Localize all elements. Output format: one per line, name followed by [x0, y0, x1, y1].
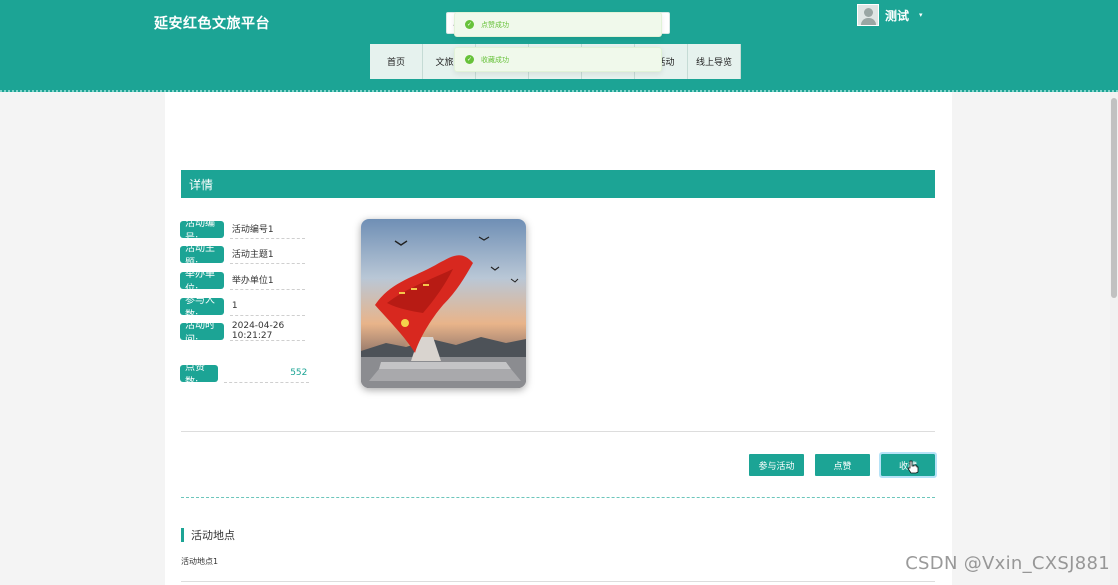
field-value: 1: [229, 296, 306, 316]
likes-label: 点赞数:: [180, 362, 219, 388]
activity-photo: [361, 219, 526, 388]
join-activity-button[interactable]: 参与活动: [749, 454, 804, 476]
divider: [181, 431, 935, 432]
site-title[interactable]: 延安红色文旅平台: [154, 13, 270, 33]
toast-favorite-success: ✓ 收藏成功: [454, 47, 662, 72]
field-activity-time: 活动时间: 2024-04-26 10:21:27: [180, 320, 306, 346]
location-text: 活动地点1: [181, 557, 219, 566]
likes-count: 552: [224, 363, 310, 383]
red-flag-monument-image: [361, 219, 526, 388]
toast-like-success: ✓ 点赞成功: [454, 12, 662, 37]
field-label: 参与人数:: [180, 295, 224, 321]
nav-item-home[interactable]: 首页: [370, 44, 423, 79]
like-button[interactable]: 点赞: [815, 454, 870, 476]
nav-item-online-guide[interactable]: 线上导览: [688, 44, 741, 79]
check-circle-icon: ✓: [465, 20, 474, 29]
field-activity-id: 活动编号: 活动编号1: [180, 218, 306, 244]
scrollbar[interactable]: [1110, 92, 1118, 585]
field-value: 2024-04-26 10:21:27: [229, 321, 306, 341]
divider: [181, 581, 935, 582]
detail-panel: 详情 活动编号: 活动编号1 活动主题: 活动主题1 举办单位: 举办单位1 参…: [165, 92, 952, 585]
hand-cursor-icon: [907, 460, 919, 474]
field-value: 活动主题1: [229, 244, 306, 264]
field-label: 活动主题:: [180, 243, 224, 269]
field-value: 活动编号1: [229, 219, 306, 239]
field-label: 活动时间:: [180, 320, 224, 346]
field-label: 举办单位:: [180, 269, 224, 295]
avatar[interactable]: [857, 4, 879, 26]
field-organizer: 举办单位: 举办单位1: [180, 269, 306, 295]
field-label: 活动编号:: [180, 218, 224, 244]
field-activity-theme: 活动主题: 活动主题1: [180, 243, 306, 269]
user-menu[interactable]: 测试 ▾: [857, 4, 923, 26]
toast-text: 点赞成功: [481, 20, 509, 29]
section-title: 详情: [181, 170, 935, 198]
user-name[interactable]: 测试: [885, 7, 909, 24]
check-circle-icon: ✓: [465, 55, 474, 64]
chevron-down-icon[interactable]: ▾: [919, 11, 923, 19]
dashed-divider: [181, 497, 935, 498]
toast-text: 收藏成功: [481, 55, 509, 64]
field-value: 举办单位1: [229, 270, 306, 290]
watermark: CSDN @Vxin_CXSJ881: [905, 553, 1110, 574]
location-title: 活动地点: [181, 528, 235, 542]
field-participants: 参与人数: 1: [180, 295, 306, 321]
scrollbar-thumb[interactable]: [1111, 98, 1117, 298]
field-likes: 点赞数: 552: [180, 362, 310, 388]
